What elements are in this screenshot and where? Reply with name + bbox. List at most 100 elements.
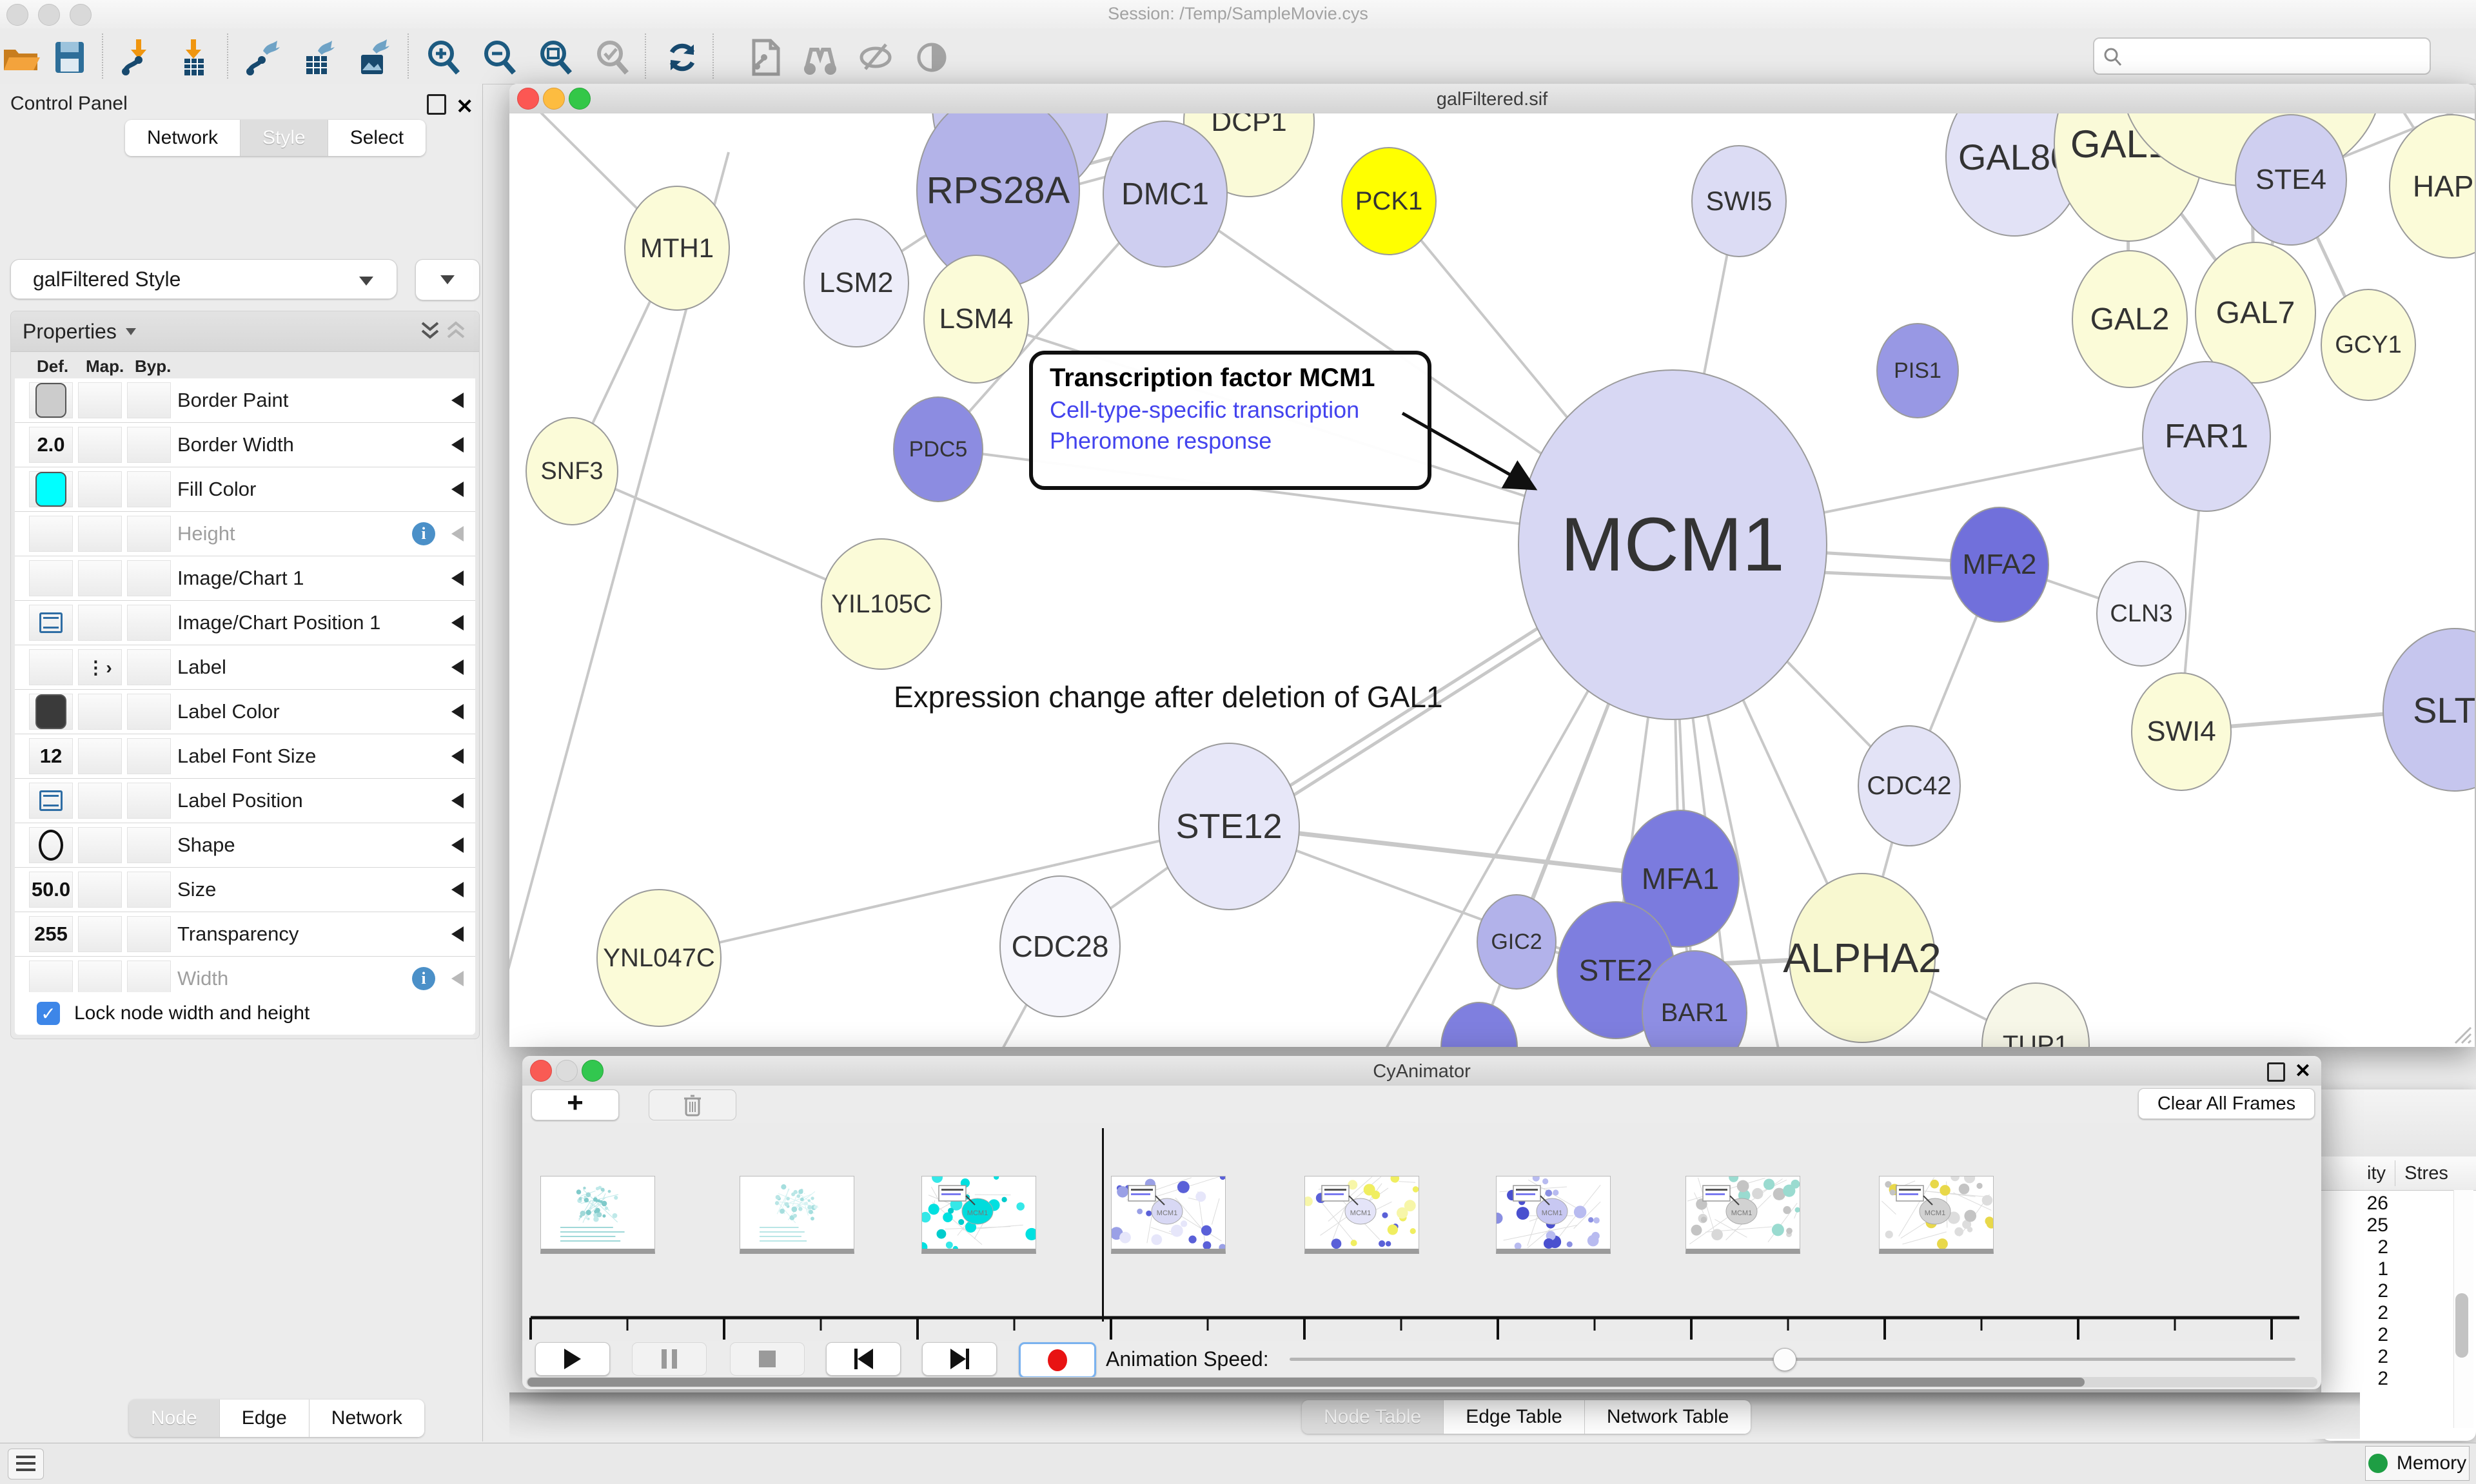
property-row-transparency[interactable]: 255Transparency: [15, 912, 475, 957]
network-node-cdc28[interactable]: CDC28: [999, 875, 1121, 1017]
network-node-pck1[interactable]: PCK1: [1341, 147, 1437, 255]
playhead[interactable]: [1102, 1128, 1104, 1322]
network-node-gal2[interactable]: GAL2: [2072, 250, 2188, 388]
expand-arrow-icon[interactable]: [451, 882, 464, 897]
mapping-cell[interactable]: [78, 694, 122, 730]
style-select[interactable]: galFiltered Style: [10, 259, 397, 299]
table-column-header[interactable]: Stres: [2402, 1163, 2450, 1184]
cyanimator-timeline[interactable]: MCM1MCM1MCM1MCM1MCM1MCM1 0123456789Secon…: [522, 1123, 2321, 1341]
mapping-cell[interactable]: [78, 827, 122, 863]
network-node-lsm4[interactable]: LSM4: [923, 255, 1029, 384]
network-node-lsm2[interactable]: LSM2: [803, 219, 909, 347]
mapping-cell[interactable]: [78, 427, 122, 463]
mapping-cell[interactable]: [78, 872, 122, 908]
default-cell[interactable]: [29, 827, 73, 863]
expand-collapse-icons[interactable]: [418, 319, 470, 345]
scrollbar-thumb[interactable]: [2455, 1293, 2468, 1358]
expand-arrow-icon[interactable]: [451, 971, 464, 986]
property-row-label[interactable]: ⋮›Label: [15, 645, 475, 690]
property-row-fill-color[interactable]: Fill Color: [15, 467, 475, 512]
mapping-cell[interactable]: [78, 560, 122, 596]
property-row-size[interactable]: 50.0Size: [15, 868, 475, 912]
play-button[interactable]: [535, 1342, 610, 1376]
table-cell-value[interactable]: 2: [2321, 1280, 2450, 1302]
network-node-pdc5[interactable]: PDC5: [893, 396, 983, 502]
tab-network[interactable]: Network: [125, 120, 241, 156]
export-network-icon[interactable]: [244, 38, 282, 77]
import-network-icon[interactable]: [119, 38, 158, 77]
expand-arrow-icon[interactable]: [451, 393, 464, 408]
bypass-cell[interactable]: [127, 738, 171, 774]
table-scrollbar[interactable]: [2453, 1190, 2473, 1428]
property-row-border-paint[interactable]: Border Paint: [15, 378, 475, 423]
mapping-cell[interactable]: ⋮›: [78, 649, 122, 685]
record-button[interactable]: [1019, 1342, 1096, 1378]
default-cell[interactable]: [29, 961, 73, 997]
network-node-gic2[interactable]: GIC2: [1477, 894, 1557, 990]
expand-arrow-icon[interactable]: [451, 571, 464, 586]
expand-arrow-icon[interactable]: [451, 704, 464, 719]
zoom-out-icon[interactable]: [480, 38, 519, 77]
network-node-snf3[interactable]: SNF3: [526, 417, 618, 525]
export-table-icon[interactable]: [299, 38, 337, 77]
network-node-mth1[interactable]: MTH1: [624, 186, 730, 311]
table-cell-value[interactable]: 2: [2321, 1302, 2450, 1324]
annotation-link-1[interactable]: Cell-type-specific transcription: [1050, 396, 1411, 424]
network-node-gcy1[interactable]: GCY1: [2321, 289, 2416, 401]
expand-arrow-icon[interactable]: [451, 926, 464, 942]
tab-node-table[interactable]: Node Table: [1302, 1400, 1444, 1434]
clear-all-frames-button[interactable]: Clear All Frames: [2138, 1088, 2315, 1119]
stop-button[interactable]: [730, 1342, 805, 1376]
canvas-text-annotation[interactable]: Expression change after deletion of GAL1: [894, 679, 1443, 714]
table-column-header[interactable]: ity: [2321, 1163, 2386, 1184]
network-node-ste12[interactable]: STE12: [1158, 743, 1300, 910]
animation-speed-slider[interactable]: [1290, 1358, 2295, 1361]
close-panel-icon[interactable]: ✕: [2295, 1060, 2311, 1082]
bypass-cell[interactable]: [127, 916, 171, 952]
property-row-image-chart-position-1[interactable]: Image/Chart Position 1: [15, 601, 475, 645]
default-cell[interactable]: 2.0: [29, 427, 73, 463]
network-node-cdc42[interactable]: CDC42: [1858, 725, 1961, 846]
bypass-cell[interactable]: [127, 427, 171, 463]
property-row-border-width[interactable]: 2.0Border Width: [15, 423, 475, 467]
expand-arrow-icon[interactable]: [451, 659, 464, 675]
hide-details-icon[interactable]: [856, 38, 895, 77]
network-node-ynl047c[interactable]: YNL047C: [596, 889, 722, 1027]
default-cell[interactable]: [29, 694, 73, 730]
default-cell[interactable]: [29, 605, 73, 641]
mcm1-annotation[interactable]: Transcription factor MCM1 Cell-type-spec…: [1029, 351, 1431, 490]
table-cell-value[interactable]: 2: [2321, 1346, 2450, 1368]
default-cell[interactable]: [29, 560, 73, 596]
bypass-cell[interactable]: [127, 605, 171, 641]
bypass-cell[interactable]: [127, 471, 171, 507]
table-cell-value[interactable]: 1: [2321, 1258, 2450, 1280]
bypass-cell[interactable]: [127, 516, 171, 552]
mapping-cell[interactable]: [78, 516, 122, 552]
network-node-yil105c[interactable]: YIL105C: [821, 538, 942, 670]
network-node-mcm1[interactable]: MCM1: [1518, 369, 1827, 720]
network-snapshot-icon[interactable]: [745, 38, 783, 77]
network-node-ste4[interactable]: STE4: [2235, 114, 2347, 246]
zoom-in-icon[interactable]: [424, 38, 463, 77]
property-row-label-font-size[interactable]: 12Label Font Size: [15, 734, 475, 779]
float-panel-icon[interactable]: [2267, 1062, 2285, 1082]
table-cell-value[interactable]: 2: [2321, 1324, 2450, 1346]
default-cell[interactable]: [29, 471, 73, 507]
memory-button[interactable]: Memory: [2365, 1446, 2470, 1481]
bypass-cell[interactable]: [127, 382, 171, 418]
annotation-link-2[interactable]: Pheromone response: [1050, 427, 1411, 454]
default-cell[interactable]: [29, 382, 73, 418]
property-row-image-chart-1[interactable]: Image/Chart 1: [15, 556, 475, 601]
property-row-shape[interactable]: Shape: [15, 823, 475, 868]
zoom-fit-icon[interactable]: [536, 38, 575, 77]
expand-arrow-icon[interactable]: [451, 837, 464, 853]
default-cell[interactable]: [29, 516, 73, 552]
skip-to-start-button[interactable]: [826, 1342, 901, 1376]
property-row-label-position[interactable]: Label Position: [15, 779, 475, 823]
network-node-swi5[interactable]: SWI5: [1691, 145, 1787, 257]
network-node-alpha2[interactable]: ALPHA2: [1789, 873, 1936, 1043]
info-icon[interactable]: i: [412, 522, 435, 545]
property-row-height[interactable]: Heighti: [15, 512, 475, 556]
property-row-label-color[interactable]: Label Color: [15, 690, 475, 734]
network-node-pis1[interactable]: PIS1: [1876, 323, 1959, 418]
